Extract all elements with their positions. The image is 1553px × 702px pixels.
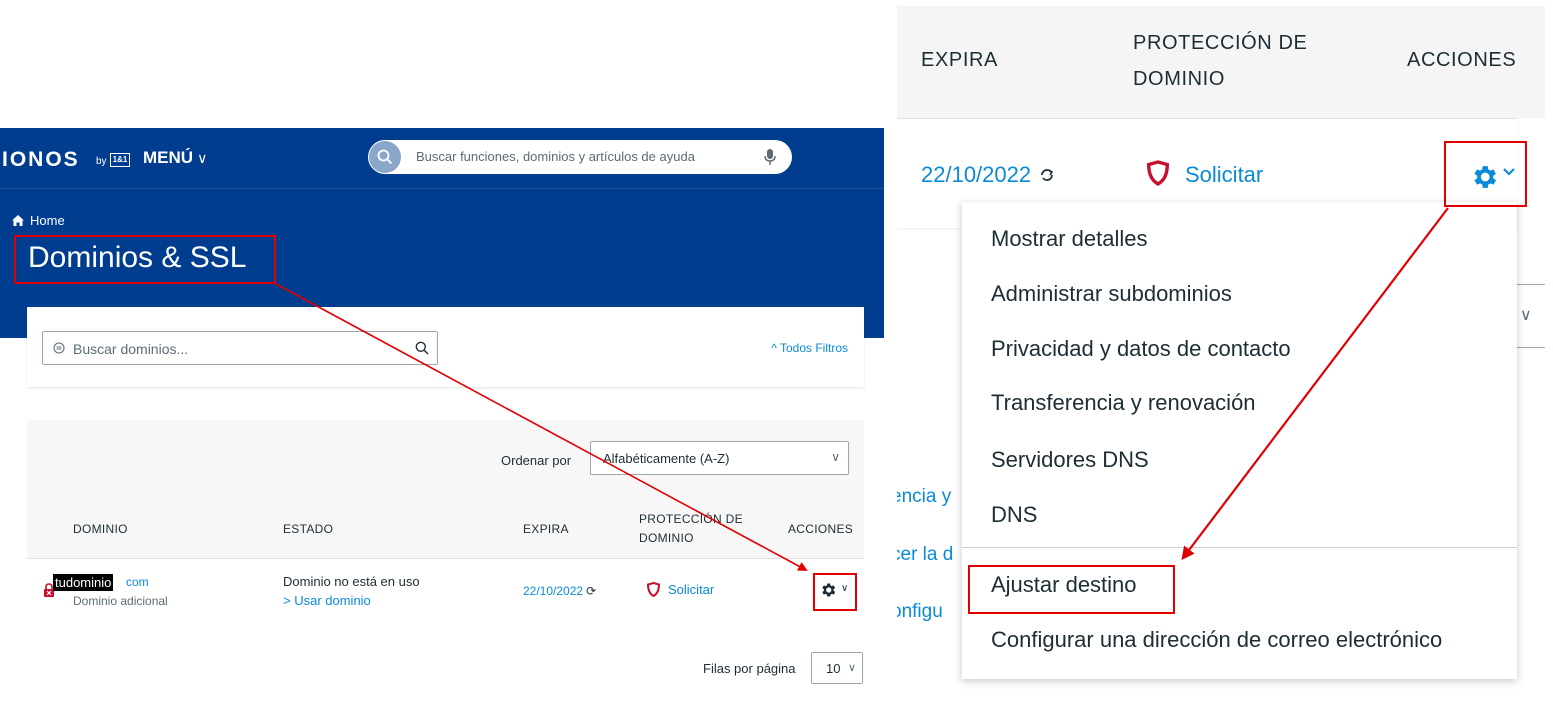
table-row: tudominio com Dominio adicional Dominio … bbox=[27, 558, 864, 620]
col-header-protection-line1: PROTECCIÓN DE bbox=[639, 512, 743, 526]
main-menu-button[interactable]: MENÚ ∨ bbox=[143, 148, 207, 168]
breadcrumb-home[interactable]: Home bbox=[30, 213, 65, 228]
search-icon[interactable] bbox=[369, 141, 401, 173]
ionos-logo[interactable]: IONOS bbox=[2, 148, 80, 172]
all-filters-toggle[interactable]: ^ Todos Filtros bbox=[771, 341, 848, 355]
menu-item-transfer-renewal[interactable]: Transferencia y renovación bbox=[991, 390, 1256, 416]
zoomed-table-header: EXPIRA PROTECCIÓN DE DOMINIO ACCIONES bbox=[897, 6, 1545, 118]
col-header-domain[interactable]: DOMINIO bbox=[73, 522, 128, 536]
logo-by-text: by bbox=[96, 156, 107, 167]
chevron-down-icon: ∨ bbox=[847, 662, 856, 674]
breadcrumb[interactable]: Home bbox=[12, 213, 65, 228]
logo-1and1-badge: 1&1 bbox=[110, 153, 130, 167]
rows-per-page-label: Filas por página bbox=[703, 661, 796, 676]
expiry-date-text: 22/10/2022 bbox=[523, 584, 584, 598]
search-icon[interactable] bbox=[415, 341, 429, 355]
menu-label: MENÚ bbox=[143, 148, 194, 167]
background-link-3[interactable]: onfigu bbox=[897, 601, 943, 623]
actions-menu-button[interactable] bbox=[1469, 162, 1515, 197]
renew-icon: ⟳ bbox=[586, 584, 597, 598]
domain-protection-link[interactable]: Solicitar bbox=[1146, 160, 1264, 188]
col-header-protection-line1: PROTECCIÓN DE bbox=[1133, 32, 1308, 54]
actions-dropdown-menu: Mostrar detalles Administrar subdominios… bbox=[962, 202, 1517, 679]
menu-item-manage-subdomains[interactable]: Administrar subdominios bbox=[991, 281, 1232, 307]
use-domain-link[interactable]: > Usar dominio bbox=[283, 593, 371, 608]
global-search-bar[interactable]: Buscar funciones, dominios y artículos d… bbox=[368, 140, 792, 174]
renew-icon bbox=[1041, 169, 1054, 181]
shield-icon bbox=[1146, 160, 1170, 186]
domain-status: Dominio no está en uso bbox=[283, 574, 420, 589]
protection-request: Solicitar bbox=[1185, 162, 1264, 187]
expiry-date-text: 22/10/2022 bbox=[921, 162, 1032, 187]
chevron-down-icon: ∨ bbox=[197, 150, 208, 166]
filter-circle-icon bbox=[53, 342, 65, 354]
domains-table: Ordenar por Alfabéticamente (A-Z) ∨ DOMI… bbox=[27, 420, 864, 620]
global-search-input[interactable]: Buscar funciones, dominios y artículos d… bbox=[416, 149, 695, 164]
col-header-expires[interactable]: EXPIRA bbox=[523, 522, 569, 536]
menu-item-dns[interactable]: DNS bbox=[991, 502, 1037, 528]
actions-menu-button[interactable]: ∨ bbox=[819, 581, 848, 604]
col-header-expires[interactable]: EXPIRA bbox=[921, 45, 998, 75]
gear-icon bbox=[1474, 166, 1496, 188]
col-header-status[interactable]: ESTADO bbox=[283, 522, 333, 536]
menu-item-show-details[interactable]: Mostrar detalles bbox=[991, 226, 1148, 252]
domain-search-input[interactable]: Buscar dominios... bbox=[42, 331, 438, 365]
col-header-protection-line2: DOMINIO bbox=[1133, 68, 1225, 90]
sort-label: Ordenar por bbox=[501, 453, 572, 468]
zoomed-actions-panel: EXPIRA PROTECCIÓN DE DOMINIO ACCIONES 22… bbox=[897, 6, 1545, 702]
chevron-down-icon: ∨ bbox=[1520, 307, 1532, 324]
background-link-1[interactable]: encia y bbox=[897, 486, 951, 508]
col-header-protection-line2: DOMINIO bbox=[639, 531, 694, 545]
col-header-actions: ACCIONES bbox=[1407, 49, 1517, 71]
shield-icon bbox=[646, 581, 661, 598]
sort-select[interactable]: Alfabéticamente (A-Z) ∨ bbox=[590, 441, 849, 475]
domain-name[interactable]: tudominio bbox=[53, 574, 114, 591]
background-link-2[interactable]: cer la d bbox=[897, 544, 953, 566]
chevron-down-icon: ∨ bbox=[841, 583, 849, 594]
page-title: Dominios & SSL bbox=[28, 241, 247, 274]
ionos-domains-page: IONOS by 1&1 MENÚ ∨ Buscar funciones, dom… bbox=[0, 0, 884, 702]
expiry-date[interactable]: 22/10/2022 bbox=[921, 162, 1055, 188]
sort-value: Alfabéticamente (A-Z) bbox=[603, 451, 730, 466]
chevron-down-icon: ∨ bbox=[831, 450, 840, 464]
col-header-actions: ACCIONES bbox=[788, 522, 854, 536]
domain-tld[interactable]: com bbox=[126, 575, 149, 589]
menu-item-privacy-contact[interactable]: Privacidad y datos de contacto bbox=[991, 336, 1291, 362]
menu-item-adjust-destination[interactable]: Ajustar destino bbox=[991, 572, 1137, 598]
microphone-icon[interactable] bbox=[764, 148, 776, 166]
domain-search-placeholder: Buscar dominios... bbox=[73, 341, 189, 357]
chevron-down-icon bbox=[1503, 168, 1515, 176]
gear-icon bbox=[822, 583, 836, 597]
menu-item-dns-servers[interactable]: Servidores DNS bbox=[991, 447, 1149, 473]
domain-type: Dominio adicional bbox=[73, 594, 168, 608]
home-icon bbox=[12, 215, 24, 226]
rows-per-page-value: 10 bbox=[826, 661, 841, 676]
filter-card: Buscar dominios... ^ Todos Filtros bbox=[27, 307, 864, 387]
protection-request: Solicitar bbox=[668, 582, 715, 597]
expiry-date[interactable]: 22/10/2022 ⟳ bbox=[523, 584, 596, 598]
rows-per-page-select[interactable]: 10 ∨ bbox=[811, 652, 863, 684]
menu-divider bbox=[962, 547, 1517, 548]
menu-item-configure-email[interactable]: Configurar una dirección de correo elect… bbox=[991, 627, 1442, 653]
domain-protection-link[interactable]: Solicitar bbox=[646, 581, 715, 598]
